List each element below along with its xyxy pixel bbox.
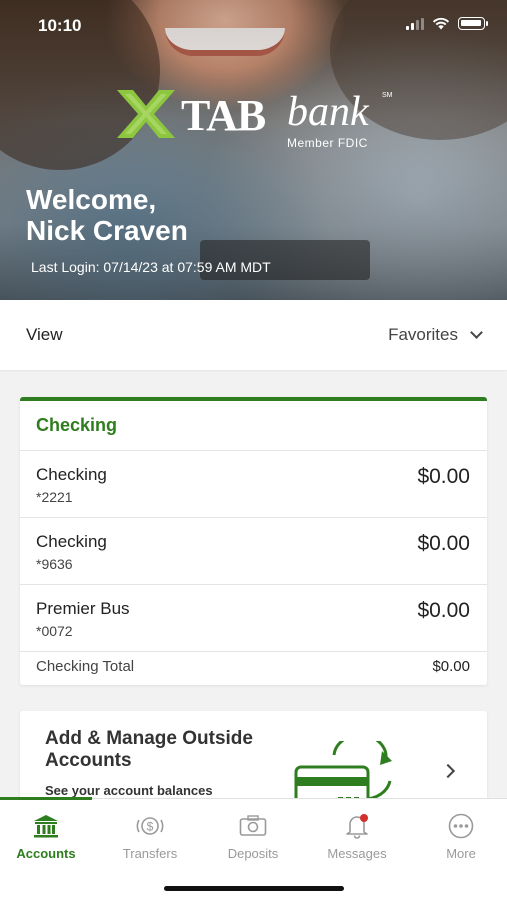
tab-messages[interactable]: Messages	[311, 813, 403, 861]
account-row[interactable]: Checking *9636 $0.00	[20, 518, 487, 585]
account-number: *0072	[36, 623, 73, 639]
welcome-greeting: Welcome,	[26, 184, 157, 215]
welcome-user-name: Nick Craven	[26, 215, 188, 246]
status-time: 10:10	[38, 16, 82, 35]
logo-mark-icon	[117, 90, 175, 138]
home-indicator[interactable]	[164, 886, 344, 891]
promo-subtitle: See your account balances	[45, 783, 213, 798]
bottom-tab-bar: Accounts $ Transfers Deposits Messages M…	[0, 797, 507, 900]
account-balance: $0.00	[417, 465, 470, 488]
tab-label: Deposits	[227, 846, 279, 861]
status-bar: 10:10	[0, 0, 507, 50]
chevron-right-icon	[440, 763, 456, 779]
account-name: Checking	[36, 532, 107, 551]
logo-text-primary: TAB	[181, 91, 266, 140]
logo-service-mark: SM	[382, 92, 393, 99]
active-tab-indicator	[0, 797, 92, 800]
checking-total-label: Checking Total	[36, 658, 135, 675]
account-number: *2221	[36, 489, 73, 505]
account-balance: $0.00	[417, 599, 470, 622]
view-selected-value: Favorites	[388, 325, 458, 344]
tab-label: Transfers	[122, 846, 178, 861]
account-row[interactable]: Checking *2221 $0.00	[20, 451, 487, 518]
tab-deposits[interactable]: Deposits	[207, 813, 299, 861]
tab-label: More	[446, 846, 476, 861]
account-name: Checking	[36, 465, 107, 484]
svg-text:$: $	[147, 820, 154, 834]
bank-icon	[34, 815, 58, 838]
tab-accounts[interactable]: Accounts	[0, 813, 92, 861]
checking-accounts-card: Checking Checking *2221 $0.00 Checking *…	[20, 397, 487, 685]
hero-banner: 10:10 TAB bank SM Member FDIC Welcome, N…	[0, 0, 507, 300]
tab-more[interactable]: More	[415, 813, 507, 861]
account-row[interactable]: Premier Bus *0072 $0.00	[20, 585, 487, 652]
chevron-down-icon	[470, 326, 483, 339]
signal-icon	[406, 17, 424, 30]
tab-transfers[interactable]: $ Transfers	[104, 813, 196, 861]
more-dots-icon	[448, 813, 474, 839]
camera-icon	[239, 815, 267, 836]
status-icons	[406, 17, 488, 30]
logo-tagline: Member FDIC	[287, 136, 368, 150]
checking-total-value: $0.00	[432, 658, 470, 675]
battery-icon	[458, 17, 488, 30]
card-title: Checking	[20, 401, 487, 451]
dollar-transfer-icon: $	[136, 817, 164, 835]
view-dropdown[interactable]: Favorites	[388, 325, 483, 345]
view-label: View	[26, 325, 63, 344]
view-bar: View Favorites	[0, 300, 507, 370]
welcome-heading: Welcome, Nick Craven	[26, 184, 188, 246]
account-name: Premier Bus	[36, 599, 130, 618]
account-number: *9636	[36, 556, 73, 572]
checking-total-row: Checking Total $0.00	[20, 652, 487, 685]
account-balance: $0.00	[417, 532, 470, 555]
bell-icon	[346, 814, 368, 839]
promo-title: Add & Manage Outside Accounts	[45, 728, 253, 771]
tab-label: Messages	[327, 846, 387, 861]
logo-text-secondary: bank	[287, 89, 369, 135]
wifi-icon	[432, 17, 450, 30]
last-login-text: Last Login: 07/14/23 at 07:59 AM MDT	[31, 259, 271, 275]
tab-label: Accounts	[16, 846, 76, 861]
tab-bank-logo: TAB bank SM Member FDIC	[115, 82, 395, 152]
